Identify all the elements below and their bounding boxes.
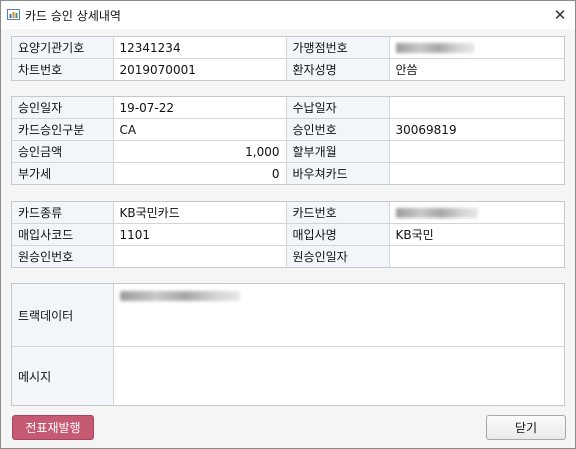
institution-info-panel: 요양기관기호 12341234 가맹점번호 차트번호 2019070001 환자… xyxy=(11,36,565,81)
table-row: 원승인번호 원승인일자 xyxy=(12,245,564,267)
track-data-value xyxy=(112,284,564,347)
close-button[interactable]: 닫기 xyxy=(486,415,566,440)
card-type-label: 카드종류 xyxy=(12,202,114,224)
original-approval-number-value xyxy=(112,245,287,267)
approval-date-label: 승인일자 xyxy=(12,97,114,119)
vat-label: 부가세 xyxy=(12,162,114,184)
approval-number-label: 승인번호 xyxy=(285,118,390,141)
card-number-label: 카드번호 xyxy=(285,202,390,224)
acquirer-name-label: 매입사명 xyxy=(285,223,390,246)
acquirer-code-label: 매입사코드 xyxy=(12,223,114,246)
redacted-value xyxy=(395,208,478,218)
payment-date-value xyxy=(388,97,564,119)
original-approval-date-value xyxy=(388,245,564,267)
patient-name-label: 환자성명 xyxy=(285,58,390,80)
title-bar: 카드 승인 상세내역 ✕ xyxy=(1,1,575,29)
table-row: 차트번호 2019070001 환자성명 안씀 xyxy=(12,58,564,80)
chart-window-icon xyxy=(7,9,20,20)
table-row: 매입사코드 1101 매입사명 KB국민 xyxy=(12,223,564,246)
merchant-number-label: 가맹점번호 xyxy=(285,37,390,59)
table-row: 부가세 0 바우쳐카드 xyxy=(12,162,564,184)
approval-number-value: 30069819 xyxy=(388,118,564,141)
original-approval-date-label: 원승인일자 xyxy=(285,245,390,267)
card-type-value: KB국민카드 xyxy=(112,202,287,224)
payment-date-label: 수납일자 xyxy=(285,97,390,119)
card-number-value xyxy=(388,202,564,224)
track-data-label: 트랙데이터 xyxy=(12,284,114,347)
table-row: 메시지 xyxy=(12,346,564,405)
institution-code-value: 12341234 xyxy=(112,37,287,59)
card-approval-detail-window: 카드 승인 상세내역 ✕ 요양기관기호 12341234 가맹점번호 차트번호 … xyxy=(0,0,576,449)
table-row: 카드종류 KB국민카드 카드번호 xyxy=(12,202,564,224)
table-row: 카드승인구분 CA 승인번호 30069819 xyxy=(12,118,564,141)
institution-code-label: 요양기관기호 xyxy=(12,37,114,59)
message-label: 메시지 xyxy=(12,346,114,405)
acquirer-name-value: KB국민 xyxy=(388,223,564,246)
message-value xyxy=(112,346,564,405)
voucher-card-label: 바우쳐카드 xyxy=(285,162,390,184)
patient-name-value: 안씀 xyxy=(388,58,564,80)
chart-number-value: 2019070001 xyxy=(112,58,287,80)
original-approval-number-label: 원승인번호 xyxy=(12,245,114,267)
installment-label: 할부개월 xyxy=(285,140,390,163)
vat-value: 0 xyxy=(112,162,287,184)
redacted-value xyxy=(119,290,240,301)
table-row: 트랙데이터 xyxy=(12,284,564,347)
close-icon[interactable]: ✕ xyxy=(545,1,575,29)
redacted-value xyxy=(395,43,474,53)
voucher-card-value xyxy=(388,162,564,184)
approval-amount-label: 승인금액 xyxy=(12,140,114,163)
approval-info-panel: 승인일자 19-07-22 수납일자 카드승인구분 CA 승인번호 300698… xyxy=(11,96,565,185)
approval-amount-value: 1,000 xyxy=(112,140,287,163)
approval-type-label: 카드승인구분 xyxy=(12,118,114,141)
chart-number-label: 차트번호 xyxy=(12,58,114,80)
approval-type-value: CA xyxy=(112,118,287,141)
window-title: 카드 승인 상세내역 xyxy=(25,9,121,23)
reprint-receipt-button[interactable]: 전표재발행 xyxy=(12,415,94,440)
merchant-number-value xyxy=(388,37,564,59)
approval-date-value: 19-07-22 xyxy=(112,97,287,119)
track-message-panel: 트랙데이터 메시지 xyxy=(11,283,565,406)
table-row: 요양기관기호 12341234 가맹점번호 xyxy=(12,37,564,59)
acquirer-code-value: 1101 xyxy=(112,223,287,246)
installment-value xyxy=(388,140,564,163)
table-row: 승인금액 1,000 할부개월 xyxy=(12,140,564,163)
table-row: 승인일자 19-07-22 수납일자 xyxy=(12,97,564,119)
card-info-panel: 카드종류 KB국민카드 카드번호 매입사코드 1101 매입사명 KB국민 원승… xyxy=(11,201,565,268)
